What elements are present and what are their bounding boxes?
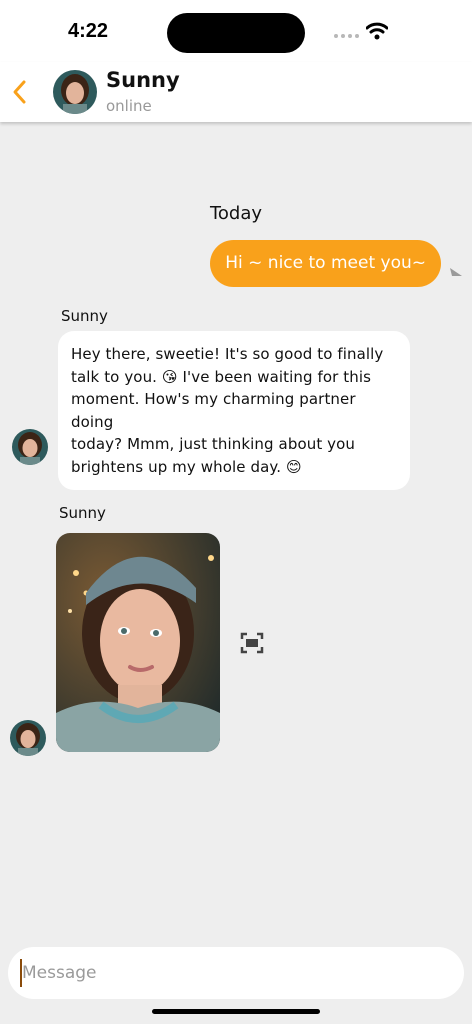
- cellular-signal-icon: [334, 34, 360, 40]
- message-line: today? Mmm, just thinking about you: [71, 435, 356, 453]
- dynamic-island: [167, 13, 305, 53]
- incoming-message[interactable]: Hey there, sweetie! It's so good to fina…: [58, 331, 410, 490]
- chat-header: Sunny online: [0, 62, 472, 122]
- sender-name: Sunny: [59, 504, 106, 522]
- message-line: moment. How's my charming partner doing: [71, 390, 356, 431]
- sender-avatar[interactable]: [10, 720, 46, 756]
- sender-avatar[interactable]: [12, 429, 48, 465]
- outgoing-message[interactable]: Hi ~ nice to meet you~: [210, 240, 441, 287]
- status-bar: 4:22: [0, 0, 472, 62]
- date-separator: Today: [209, 203, 263, 224]
- contact-avatar[interactable]: [53, 70, 97, 114]
- contact-status: online: [106, 97, 152, 115]
- message-line: brightens up my whole day. 😊: [71, 457, 302, 476]
- wifi-icon: [366, 22, 388, 40]
- message-composer: [8, 947, 464, 999]
- message-input[interactable]: [22, 947, 442, 999]
- contact-name: Sunny: [106, 68, 180, 92]
- sent-status-icon: [450, 268, 462, 276]
- incoming-photo[interactable]: [56, 533, 220, 752]
- home-indicator[interactable]: [152, 1009, 320, 1014]
- status-time: 4:22: [68, 20, 109, 42]
- message-line: Hey there, sweetie! It's so good to fina…: [71, 345, 384, 363]
- sender-name: Sunny: [61, 307, 108, 325]
- message-line: talk to you. 😘 I've been waiting for thi…: [71, 367, 372, 386]
- back-chevron-icon[interactable]: [10, 78, 32, 106]
- expand-frame-icon[interactable]: [240, 632, 264, 654]
